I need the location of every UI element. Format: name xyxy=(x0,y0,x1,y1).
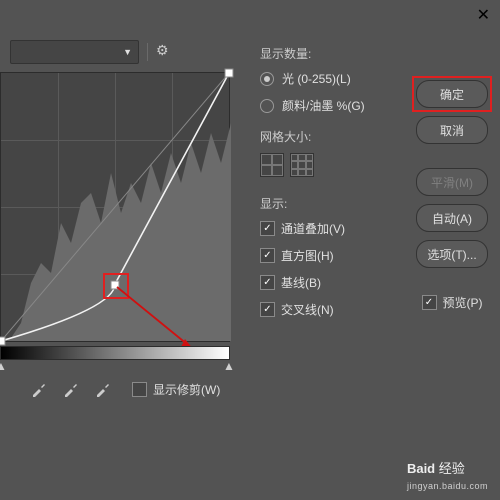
left-panel: ▼ ⚙ xyxy=(0,30,240,470)
checkbox-icon xyxy=(260,221,275,236)
curve-point-start[interactable] xyxy=(0,337,6,346)
gear-icon[interactable]: ⚙ xyxy=(156,42,169,59)
eyedropper-gray-icon[interactable] xyxy=(62,380,80,398)
input-gradient[interactable]: ▲ ▲ xyxy=(0,346,230,360)
cb-label: 直方图(H) xyxy=(281,247,334,264)
watermark-brand2: 经验 xyxy=(439,461,465,476)
checkbox-icon xyxy=(260,248,275,263)
curve-line xyxy=(1,73,229,341)
show-clipping-checkbox[interactable]: 显示修剪(W) xyxy=(132,381,220,398)
checkbox-icon xyxy=(260,275,275,290)
preview-label: 预览(P) xyxy=(443,294,483,311)
slider-white[interactable]: ▲ xyxy=(223,359,235,373)
smooth-button[interactable]: 平滑(M) xyxy=(416,168,488,196)
eyedropper-black-icon[interactable] xyxy=(30,380,48,398)
cancel-button[interactable]: 取消 xyxy=(416,116,488,144)
curve-graph[interactable] xyxy=(0,72,230,342)
cb-label: 交叉线(N) xyxy=(281,301,334,318)
radio-pigment-label: 颜料/油墨 %(G) xyxy=(282,97,365,114)
curve-point-end[interactable] xyxy=(225,69,234,78)
watermark: Baid 经验 jingyan.baidu.com xyxy=(407,458,488,492)
chevron-down-icon: ▼ xyxy=(123,47,132,57)
curve-toolbar: ▼ ⚙ xyxy=(0,40,240,72)
eyedropper-row: 显示修剪(W) xyxy=(0,360,240,398)
preset-dropdown[interactable]: ▼ xyxy=(10,40,139,64)
preview-checkbox[interactable]: 预览(P) xyxy=(422,294,483,311)
auto-button[interactable]: 自动(A) xyxy=(416,204,488,232)
divider xyxy=(147,43,148,61)
checkbox-icon xyxy=(422,295,437,310)
close-icon[interactable]: ✕ xyxy=(477,5,490,25)
checkbox-icon xyxy=(132,382,147,397)
curves-dialog: ▼ ⚙ xyxy=(0,30,500,470)
ok-button[interactable]: 确定 xyxy=(416,80,488,108)
cb-label: 基线(B) xyxy=(281,274,321,291)
grid-9-icon[interactable] xyxy=(290,153,314,177)
slider-black[interactable]: ▲ xyxy=(0,359,7,373)
radio-light-label: 光 (0-255)(L) xyxy=(282,70,351,87)
grid-4-icon[interactable] xyxy=(260,153,284,177)
display-qty-label: 显示数量: xyxy=(260,45,490,62)
show-clipping-label: 显示修剪(W) xyxy=(153,381,220,398)
checkbox-icon xyxy=(260,302,275,317)
button-column: 确定 取消 平滑(M) 自动(A) 选项(T)... 预览(P) xyxy=(416,80,488,311)
eyedropper-white-icon[interactable] xyxy=(94,380,112,398)
options-button[interactable]: 选项(T)... xyxy=(416,240,488,268)
titlebar: ✕ xyxy=(0,0,500,31)
cb-label: 通道叠加(V) xyxy=(281,220,345,237)
watermark-url: jingyan.baidu.com xyxy=(407,481,488,491)
watermark-brand: Baid xyxy=(407,461,435,476)
radio-icon xyxy=(260,72,274,86)
radio-icon xyxy=(260,99,274,113)
curve-point-mid[interactable] xyxy=(111,280,120,289)
